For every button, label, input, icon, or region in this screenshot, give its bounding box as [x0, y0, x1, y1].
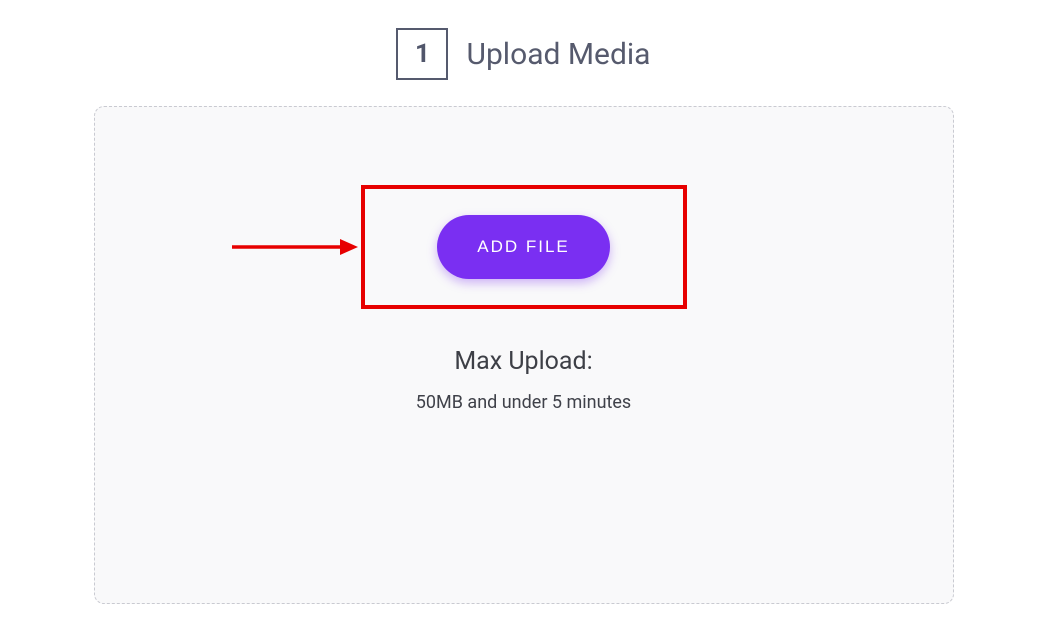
upload-dropzone[interactable]: ADD FILE Max Upload: 50MB and under 5 mi…	[94, 106, 954, 604]
step-number: 1	[415, 39, 430, 69]
step-header: 1 Upload Media	[0, 0, 1047, 106]
annotation-highlight-box: ADD FILE	[361, 185, 687, 309]
max-upload-detail: 50MB and under 5 minutes	[416, 392, 631, 413]
max-upload-label: Max Upload:	[454, 347, 592, 376]
add-file-button[interactable]: ADD FILE	[437, 215, 610, 279]
step-number-box: 1	[396, 28, 448, 80]
annotation-arrow-icon	[230, 235, 360, 259]
page-title: Upload Media	[466, 37, 650, 72]
